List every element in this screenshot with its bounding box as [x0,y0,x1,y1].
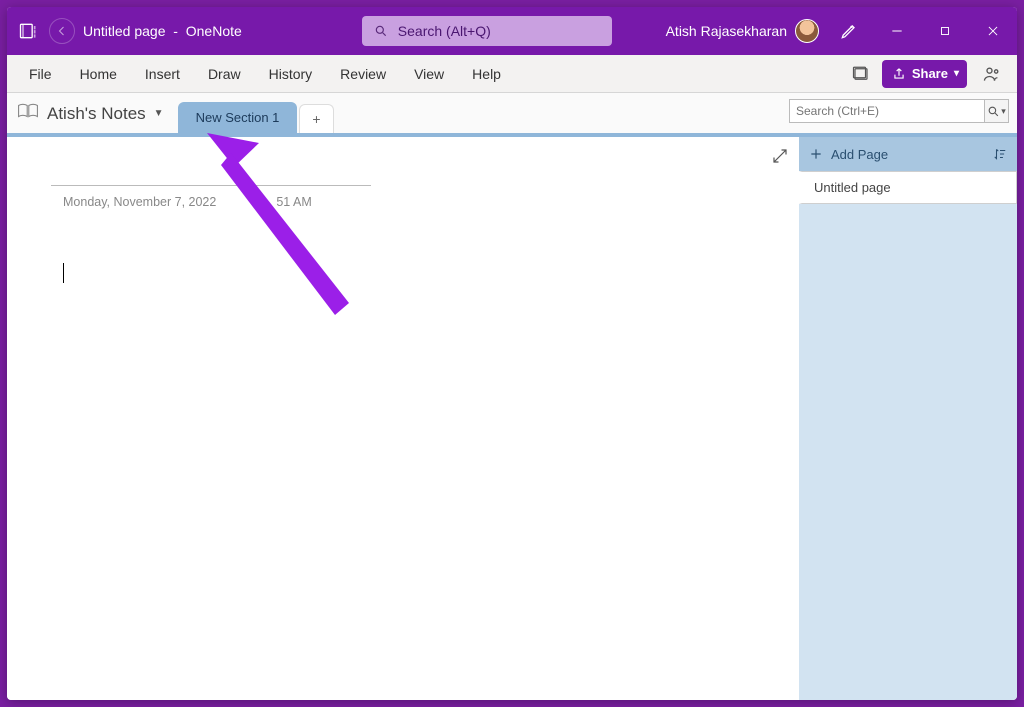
notebook-icon [17,102,39,125]
sort-icon[interactable] [993,147,1007,161]
app-name-text: OneNote [186,23,242,39]
titlebar: Untitled page - OneNote Search (Alt+Q) A… [7,7,1017,55]
global-search[interactable]: Search (Alt+Q) [362,16,612,46]
notebook-name: Atish's Notes [47,104,146,124]
plus-icon [809,147,823,161]
add-page-label: Add Page [831,147,888,162]
pen-mode-button[interactable] [825,7,873,55]
onenote-app-icon [7,21,49,41]
ribbon-tab-file[interactable]: File [15,55,66,92]
user-avatar [795,19,819,43]
chevron-down-icon: ▾ [954,68,959,79]
page-date: Monday, November 7, 2022 [63,195,216,209]
ribbon-tab-home[interactable]: Home [66,55,131,92]
back-button[interactable] [49,18,75,44]
notebook-search-button[interactable]: ▾ [985,99,1009,123]
ribbon: File Home Insert Draw History Review Vie… [7,55,1017,93]
page-canvas[interactable]: Monday, November 7, 2022 51 AM [7,137,799,700]
ribbon-tab-insert[interactable]: Insert [131,55,194,92]
fullscreen-reading-button[interactable] [844,60,878,88]
page-title-underline [51,185,371,186]
add-page-button[interactable]: Add Page [799,137,1017,171]
content-area: Monday, November 7, 2022 51 AM Add Page … [7,137,1017,700]
ribbon-tab-draw[interactable]: Draw [194,55,255,92]
ribbon-tab-history[interactable]: History [255,55,327,92]
page-title-text: Untitled page [83,23,166,39]
onenote-window: Untitled page - OneNote Search (Alt+Q) A… [7,7,1017,700]
window-title: Untitled page - OneNote [83,23,242,39]
chevron-down-icon: ▼ [154,108,164,119]
notebook-picker[interactable]: Atish's Notes ▼ [17,102,164,133]
search-icon [987,105,1000,118]
user-name: Atish Rajasekharan [666,23,787,39]
share-button[interactable]: Share ▾ [882,60,967,88]
text-cursor [63,263,64,283]
present-to-teams-button[interactable] [975,60,1009,88]
ribbon-tab-help[interactable]: Help [458,55,515,92]
ribbon-tab-review[interactable]: Review [326,55,400,92]
page-time: 51 AM [276,195,311,209]
close-button[interactable] [969,7,1017,55]
page-list-item[interactable]: Untitled page [799,171,1017,204]
notebook-search-wrap: ▾ [789,99,1009,123]
share-label: Share [912,66,948,81]
notebook-search-input[interactable] [789,99,985,123]
expand-canvas-button[interactable] [771,147,789,170]
section-tab[interactable]: New Section 1 [178,102,298,133]
notebook-bar: Atish's Notes ▼ New Section 1 + ▾ [7,93,1017,137]
account-button[interactable]: Atish Rajasekharan [660,19,825,43]
global-search-placeholder: Search (Alt+Q) [398,23,491,39]
ribbon-tab-view[interactable]: View [400,55,458,92]
search-icon [374,24,388,38]
page-list-panel: Add Page Untitled page [799,137,1017,700]
share-icon [892,67,906,81]
maximize-button[interactable] [921,7,969,55]
page-datetime: Monday, November 7, 2022 51 AM [63,195,312,209]
add-section-button[interactable]: + [299,104,333,133]
minimize-button[interactable] [873,7,921,55]
